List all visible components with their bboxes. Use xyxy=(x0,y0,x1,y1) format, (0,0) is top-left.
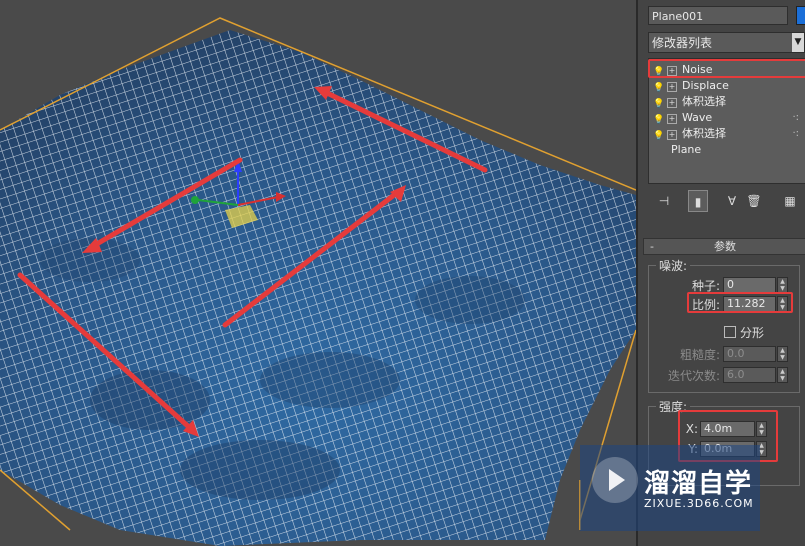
stack-item-wave[interactable]: 💡 + Wave ·: xyxy=(653,110,803,125)
object-name-field[interactable]: Plane001 xyxy=(648,6,788,25)
stack-item-plane[interactable]: Plane xyxy=(671,142,701,157)
iterations-spinner[interactable]: ▲ ▼ xyxy=(777,367,788,383)
dots-icon: ·: xyxy=(792,128,799,139)
make-unique-icon[interactable]: ∀ xyxy=(722,190,742,212)
configure-sets-icon[interactable]: ▦ xyxy=(780,190,800,212)
stack-item-volume-select-1[interactable]: 💡 + 体积选择 xyxy=(653,94,726,109)
expand-icon[interactable]: + xyxy=(667,130,677,140)
watermark: 溜溜自学 ZIXUE.3D66.COM xyxy=(580,445,760,531)
noise-group-label: 噪波: xyxy=(656,257,691,274)
play-logo-icon xyxy=(592,457,638,503)
roughness-input[interactable]: 0.0 xyxy=(723,346,776,362)
lightbulb-icon[interactable]: 💡 xyxy=(653,83,664,93)
seed-input[interactable]: 0 xyxy=(723,277,776,293)
iterations-label: 迭代次数: xyxy=(667,369,720,383)
iterations-input[interactable]: 6.0 xyxy=(723,367,776,383)
dots-icon: ·: xyxy=(792,112,799,123)
lightbulb-icon[interactable]: 💡 xyxy=(653,131,664,141)
modifier-list-label: 修改器列表 xyxy=(652,36,713,50)
lightbulb-icon[interactable]: 💡 xyxy=(653,99,664,109)
expand-icon[interactable]: + xyxy=(667,82,677,92)
watermark-title: 溜溜自学 xyxy=(644,469,753,499)
lightbulb-icon[interactable]: 💡 xyxy=(653,115,664,125)
roughness-spinner[interactable]: ▲ ▼ xyxy=(777,346,788,362)
chevron-down-icon[interactable]: ▼ xyxy=(792,33,804,52)
modifier-list-dropdown[interactable]: 修改器列表 ▼ xyxy=(648,32,805,53)
remove-modifier-icon[interactable]: 🗑 xyxy=(744,190,764,212)
expand-icon[interactable]: + xyxy=(667,98,677,108)
parameters-rollout-title: 参数 xyxy=(714,240,736,253)
fractal-checkbox[interactable] xyxy=(724,326,736,338)
scale-highlight-box xyxy=(687,292,793,313)
roughness-label: 粗糙度: xyxy=(679,348,720,362)
show-end-result-icon[interactable]: ▮ xyxy=(688,190,708,212)
stack-item-displace[interactable]: 💡 + Displace xyxy=(653,78,729,93)
fractal-label: 分形 xyxy=(740,326,765,340)
pin-stack-icon[interactable]: ⊣ xyxy=(654,190,674,212)
stack-item-volume-select-2[interactable]: 💡 + 体积选择 ·: xyxy=(653,126,803,141)
seed-spinner[interactable]: ▲ ▼ xyxy=(777,277,788,293)
parameters-rollout-header[interactable]: - 参数 xyxy=(643,238,805,255)
object-color-swatch[interactable] xyxy=(796,6,805,25)
stack-toolbar: ⊣ ▮ ∀ 🗑 ▦ xyxy=(648,190,805,214)
perspective-viewport[interactable] xyxy=(0,0,636,546)
watermark-url: ZIXUE.3D66.COM xyxy=(644,497,754,510)
noise-highlight-box xyxy=(648,59,805,78)
expand-icon[interactable]: + xyxy=(667,114,677,124)
noise-mesh-scene xyxy=(0,17,636,546)
